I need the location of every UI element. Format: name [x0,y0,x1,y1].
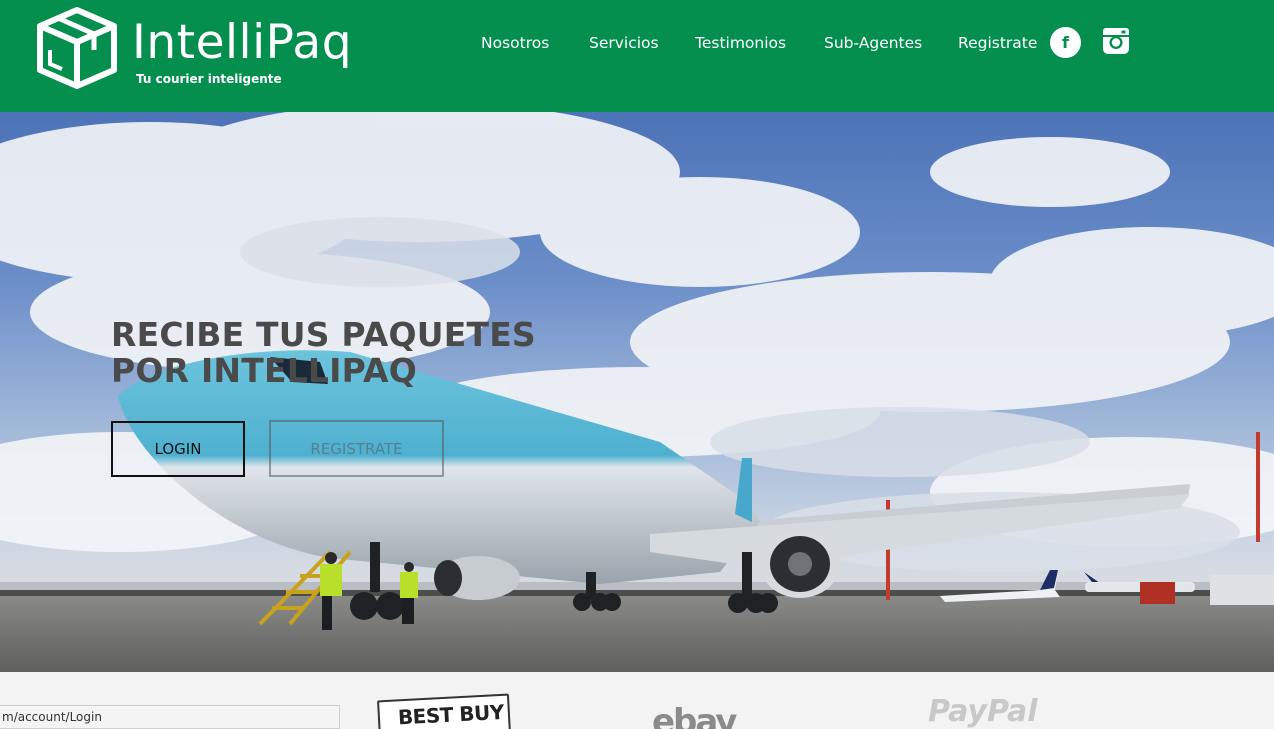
brand-logo[interactable]: IntelliPaq Tu courier inteligente [36,6,376,90]
nav-item-registrate[interactable]: Registrate [958,33,1037,53]
nav-item-sub-agentes[interactable]: Sub-Agentes [824,33,922,53]
brand-tagline: Tu courier inteligente [136,72,282,86]
nav-item-testimonios[interactable]: Testimonios [695,33,786,53]
ebay-logo: ebay [652,702,737,729]
airplane-photo [0,112,1274,672]
paypal-logo: PayPal [928,694,1038,729]
bestbuy-logo-text: BEST BUY [397,699,505,729]
register-button[interactable]: REGISTRATE [269,420,444,477]
hero-title: RECIBE TUS PAQUETES POR INTELLIPAQ [111,315,536,390]
nav-item-servicios[interactable]: Servicios [589,33,659,53]
login-button[interactable]: LOGIN [111,421,245,477]
hero-banner: RECIBE TUS PAQUETES POR INTELLIPAQ LOGIN… [0,112,1274,672]
browser-status-url: m/account/Login [0,705,340,729]
package-box-icon [37,7,117,89]
partner-logos-strip: BEST BUY ebay PayPal m/account/Login [0,672,1274,729]
site-header: IntelliPaq Tu courier inteligente Nosotr… [0,0,1274,112]
bestbuy-logo: BEST BUY [377,693,511,729]
instagram-icon[interactable] [1102,27,1130,55]
facebook-glyph: f [1062,33,1069,52]
facebook-icon[interactable]: f [1050,27,1081,58]
brand-name: IntelliPaq [132,15,353,70]
nav-item-nosotros[interactable]: Nosotros [481,33,549,53]
